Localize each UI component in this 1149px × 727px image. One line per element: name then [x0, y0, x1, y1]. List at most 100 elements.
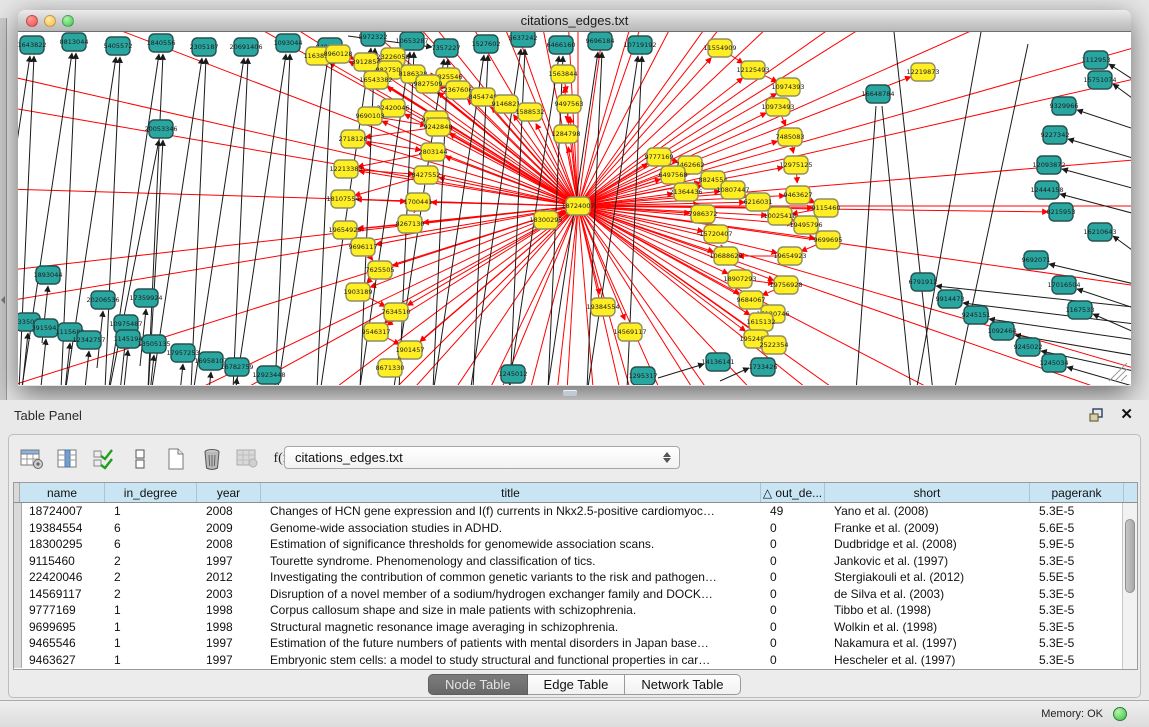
cell-title: Corpus callosum shape and size in male p… — [263, 602, 763, 619]
column-header-pagerank[interactable]: pagerank — [1030, 483, 1124, 502]
graph-node-label: 2718126 — [339, 135, 368, 143]
vertical-scrollbar[interactable] — [1122, 503, 1137, 670]
delete-column-icon[interactable] — [199, 446, 225, 472]
table-row[interactable]: 1938455462009Genome-wide association stu… — [14, 520, 1137, 537]
dropdown-arrows-icon — [663, 451, 672, 465]
graph-edge — [658, 364, 704, 378]
window-resize-grip[interactable] — [1103, 357, 1129, 383]
column-header-name[interactable]: name — [20, 483, 105, 502]
graph-node-label: 9245151 — [962, 311, 991, 319]
panel-collapse-strip[interactable] — [0, 18, 7, 400]
table-row[interactable]: 1830029562008Estimation of significance … — [14, 536, 1137, 553]
tab-network-table[interactable]: Network Table — [625, 674, 740, 695]
cell-year: 1998 — [199, 602, 263, 619]
cell-short: Tibbo et al. (1998) — [827, 602, 1032, 619]
graph-node-label: 10974393 — [771, 83, 804, 91]
tab-edge-table[interactable]: Edge Table — [528, 674, 626, 695]
graph-node-label: 19654925 — [328, 226, 361, 234]
graph-node-label: 10653287 — [395, 37, 428, 45]
column-header-out_de...[interactable]: △ out_de... — [761, 483, 825, 502]
table-row[interactable]: 2242004622012Investigating the contribut… — [14, 569, 1137, 586]
table-row[interactable]: 911546021997Tourette syndrome. Phenomeno… — [14, 553, 1137, 570]
column-visibility-icon[interactable] — [55, 446, 81, 472]
graph-node-label: 8427552 — [412, 171, 441, 179]
graph-edge — [792, 146, 794, 153]
zoom-window-button[interactable] — [62, 15, 74, 27]
table-row[interactable]: 1872400712008Changes of HCN gene express… — [14, 503, 1137, 520]
table-row[interactable]: 969969511998Structural magnetic resonanc… — [14, 619, 1137, 636]
cell-pagerank: 5.3E-5 — [1032, 503, 1126, 520]
cell-year: 1997 — [199, 635, 263, 652]
graph-node-label: 12975125 — [779, 161, 812, 169]
graph-node-label: 20206536 — [86, 296, 119, 304]
graph-node-label: 10025418 — [763, 212, 796, 220]
cell-in_degree: 6 — [107, 536, 199, 553]
graph-edge — [1113, 84, 1131, 106]
graph-node-label: 1643822 — [18, 41, 46, 49]
graph-edge — [316, 58, 332, 385]
scrollbar-thumb[interactable] — [1125, 519, 1135, 593]
table-source-dropdown[interactable]: citations_edges.txt — [284, 446, 680, 469]
close-window-button[interactable] — [26, 15, 38, 27]
new-column-icon[interactable] — [163, 446, 189, 472]
cell-out_de...: 0 — [763, 652, 827, 669]
splitter-grip[interactable] — [563, 390, 577, 396]
memory-status-indicator[interactable] — [1113, 707, 1127, 721]
table-header-row: namein_degreeyeartitle△ out_de...shortpa… — [14, 483, 1137, 503]
graph-node-label: 19756928 — [769, 281, 802, 289]
tab-node-table[interactable]: Node Table — [428, 674, 528, 695]
graph-node-label: 1901457 — [396, 346, 425, 354]
cell-pagerank: 5.5E-5 — [1032, 569, 1126, 586]
column-select-check-icon[interactable] — [91, 446, 117, 472]
cell-title: Investigating the contribution of common… — [263, 569, 763, 586]
cell-short: de Silva et al. (2003) — [827, 586, 1032, 603]
row-height-icon[interactable] — [127, 446, 153, 472]
network-window[interactable]: citations_edges.txt 16438228813044540557… — [18, 10, 1131, 386]
minimize-window-button[interactable] — [44, 15, 56, 27]
citation-network-graph[interactable]: 1643822881304454055721840556230518720691… — [18, 32, 1131, 385]
node-table[interactable]: namein_degreeyeartitle△ out_de...shortpa… — [13, 482, 1138, 670]
graph-edge — [18, 164, 578, 206]
graph-edge — [231, 378, 237, 385]
cell-name: 18300295 — [22, 536, 107, 553]
cell-in_degree: 2 — [107, 586, 199, 603]
graph-node-label: 10688629 — [709, 252, 742, 260]
network-window-titlebar[interactable]: citations_edges.txt — [18, 10, 1131, 32]
table-source-value: citations_edges.txt — [295, 450, 403, 465]
network-canvas[interactable]: 1643822881304454055721840556230518720691… — [18, 32, 1131, 385]
graph-edge — [40, 339, 46, 385]
graph-edge — [18, 32, 578, 206]
cell-pagerank: 5.3E-5 — [1032, 619, 1126, 636]
cell-name: 9463627 — [22, 652, 107, 669]
graph-node-label: 19654923 — [773, 252, 806, 260]
table-row[interactable]: 1456911722003Disruption of a novel membe… — [14, 586, 1137, 603]
column-header-short[interactable]: short — [825, 483, 1030, 502]
graph-edge — [18, 32, 578, 206]
column-header-year[interactable]: year — [197, 483, 261, 502]
cell-year: 2012 — [199, 569, 263, 586]
graph-edge — [274, 54, 290, 385]
cell-title: Structural magnetic resonance image aver… — [263, 619, 763, 636]
graph-node-label: 10807447 — [716, 186, 749, 194]
graph-node-label: 1588532 — [516, 108, 545, 116]
cell-short: Stergiakouli et al. (2012) — [827, 569, 1032, 586]
cell-out_de...: 49 — [763, 503, 827, 520]
column-header-title[interactable]: title — [261, 483, 761, 502]
table-row[interactable]: 946554611997Estimation of the future num… — [14, 635, 1137, 652]
float-panel-icon[interactable] — [1089, 408, 1105, 422]
graph-node-label: 9827509 — [414, 80, 443, 88]
table-row[interactable]: 977716911998Corpus callosum shape and si… — [14, 602, 1137, 619]
cell-year: 1997 — [199, 652, 263, 669]
table-mode-icon[interactable] — [19, 446, 45, 472]
cell-out_de...: 0 — [763, 619, 827, 636]
graph-node-label: 7634510 — [382, 308, 411, 316]
table-row[interactable]: 946362711997Embryonic stem cells: a mode… — [14, 652, 1137, 669]
graph-node-label: 12093872 — [1032, 161, 1065, 169]
row-gutter-cell — [14, 602, 22, 619]
column-header-in_degree[interactable]: in_degree — [105, 483, 197, 502]
graph-node-label: 19384554 — [586, 303, 619, 311]
cell-pagerank: 5.3E-5 — [1032, 652, 1126, 669]
close-panel-icon[interactable]: ✕ — [1120, 405, 1133, 423]
graph-node-label: 12342757 — [72, 336, 105, 344]
cell-short: Franke et al. (2009) — [827, 520, 1032, 537]
